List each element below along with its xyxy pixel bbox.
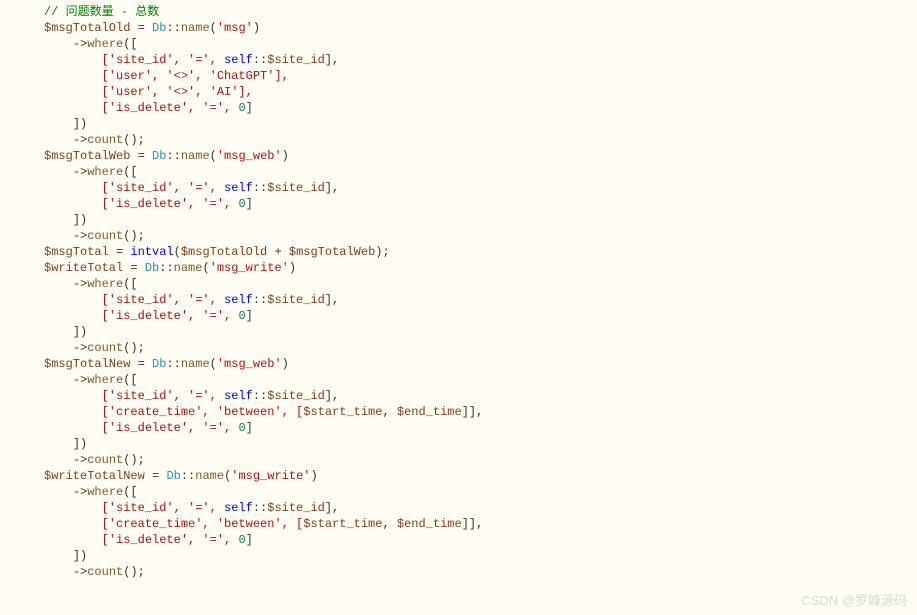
code-line: ])	[0, 116, 917, 132]
code-line: ])	[0, 324, 917, 340]
code-line: ['create_time', 'between', [$start_time,…	[0, 516, 917, 532]
code-line: // 问题数量 - 总数	[0, 4, 917, 20]
variable: $msgTotalOld	[44, 21, 130, 35]
code-line: ['create_time', 'between', [$start_time,…	[0, 404, 917, 420]
code-line: $writeTotalNew = Db::name('msg_write')	[0, 468, 917, 484]
code-line: ['user', '<>', 'AI'],	[0, 84, 917, 100]
code-line: ->where([	[0, 36, 917, 52]
code-line: ['site_id', '=', self::$site_id],	[0, 292, 917, 308]
code-line: $msgTotalNew = Db::name('msg_web')	[0, 356, 917, 372]
code-line: ->where([	[0, 372, 917, 388]
code-line: ->count();	[0, 340, 917, 356]
code-line: ['is_delete', '=', 0]	[0, 308, 917, 324]
code-line: ['is_delete', '=', 0]	[0, 420, 917, 436]
comment: // 问题数量 - 总数	[44, 5, 159, 19]
code-line: ['is_delete', '=', 0]	[0, 532, 917, 548]
watermark: CSDN @罗峰源码	[801, 593, 907, 609]
code-block: // 问题数量 - 总数$msgTotalOld = Db::name('msg…	[0, 0, 917, 584]
code-line: $msgTotalOld = Db::name('msg')	[0, 20, 917, 36]
code-line: ['is_delete', '=', 0]	[0, 100, 917, 116]
code-line: ->count();	[0, 452, 917, 468]
code-line: ->count();	[0, 132, 917, 148]
code-line: ['site_id', '=', self::$site_id],	[0, 52, 917, 68]
code-line: ->where([	[0, 276, 917, 292]
code-line: ['user', '<>', 'ChatGPT'],	[0, 68, 917, 84]
code-line: $msgTotal = intval($msgTotalOld + $msgTo…	[0, 244, 917, 260]
code-line: ])	[0, 548, 917, 564]
code-line: $writeTotal = Db::name('msg_write')	[0, 260, 917, 276]
code-line: ->count();	[0, 564, 917, 580]
code-line: ->where([	[0, 484, 917, 500]
code-line: ])	[0, 436, 917, 452]
code-line: ->count();	[0, 228, 917, 244]
code-line: ['is_delete', '=', 0]	[0, 196, 917, 212]
code-line: ['site_id', '=', self::$site_id],	[0, 180, 917, 196]
code-line: ['site_id', '=', self::$site_id],	[0, 500, 917, 516]
code-line: ])	[0, 212, 917, 228]
code-line: ->where([	[0, 164, 917, 180]
code-line: $msgTotalWeb = Db::name('msg_web')	[0, 148, 917, 164]
code-line: ['site_id', '=', self::$site_id],	[0, 388, 917, 404]
